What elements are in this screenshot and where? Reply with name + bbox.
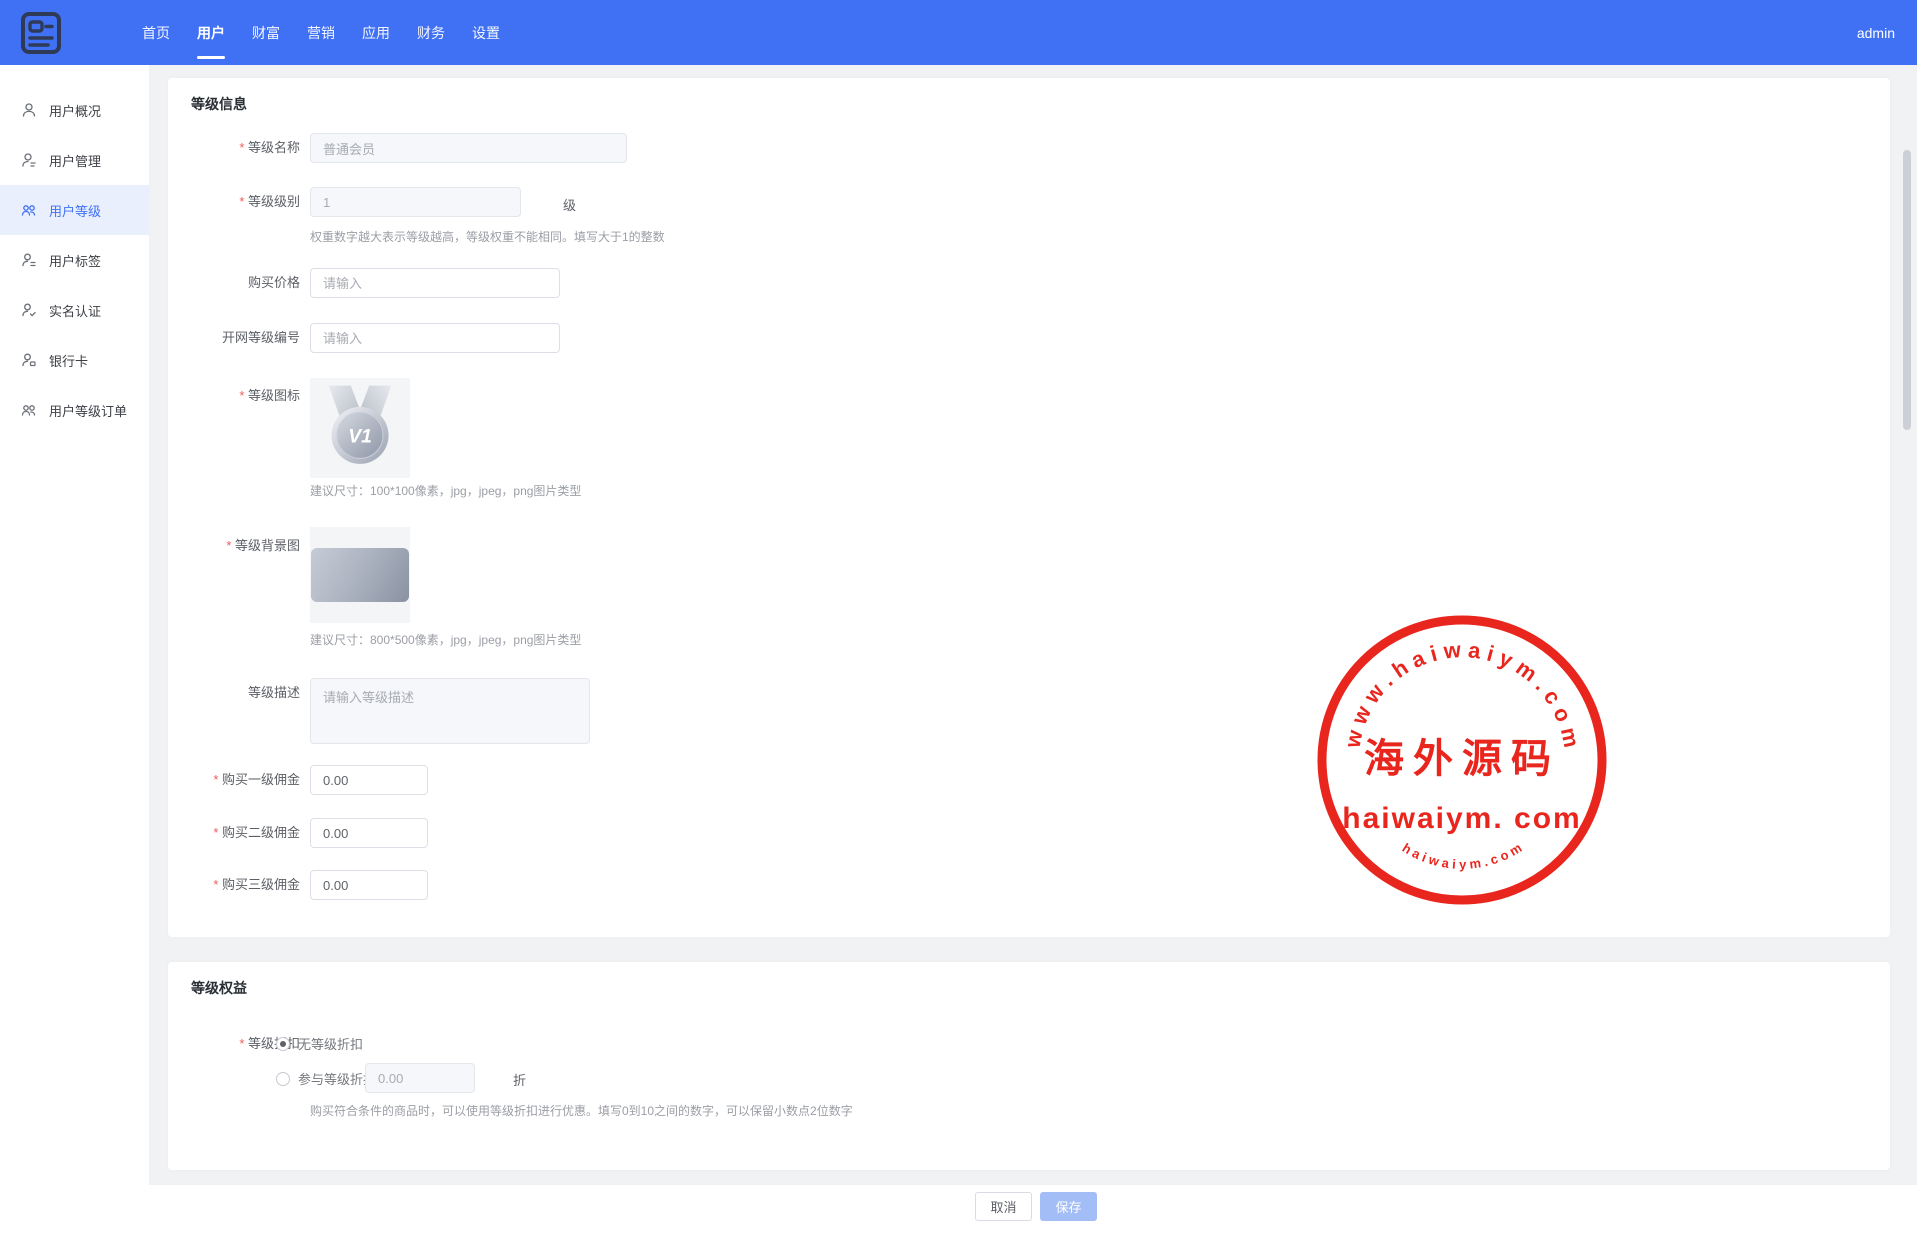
user-icon	[21, 102, 37, 118]
sidebar-item-label: 银行卡	[49, 351, 88, 370]
level-desc-label: 等级描述	[168, 685, 300, 701]
sidebar-item-label: 用户等级订单	[49, 401, 127, 420]
sidebar-item-label: 用户等级	[49, 201, 101, 220]
vertical-scrollbar-thumb[interactable]	[1903, 150, 1911, 430]
sidebar-item-user-tags[interactable]: 用户标签	[0, 235, 149, 285]
level-background-upload[interactable]	[310, 527, 410, 623]
user-manage-icon	[21, 152, 37, 168]
cancel-button[interactable]: 取消	[975, 1192, 1032, 1221]
nav-item-user[interactable]: 用户	[197, 0, 225, 65]
medal-icon: V1	[314, 382, 406, 474]
commission-l2-input[interactable]	[310, 818, 428, 848]
discount-none-label: 无等级折扣	[298, 1034, 363, 1053]
nav-item-apps[interactable]: 应用	[362, 0, 390, 65]
nav-item-wealth[interactable]: 财富	[252, 0, 280, 65]
level-info-card: 等级信息 等级名称 等级级别 级 权重数字越大表示等级越高，等级权重不能相同。填…	[168, 78, 1890, 937]
app-logo-icon[interactable]	[20, 11, 62, 55]
sidebar-item-bank-card[interactable]: 银行卡	[0, 335, 149, 385]
user-group-order-icon	[21, 402, 37, 418]
commission-l1-input[interactable]	[310, 765, 428, 795]
current-user-menu[interactable]: admin	[1857, 0, 1895, 65]
main-nav: 首页 用户 财富 营销 应用 财务 设置	[142, 0, 500, 65]
level-rank-label: 等级级别	[168, 194, 300, 210]
level-info-title: 等级信息	[191, 94, 247, 114]
discount-none-option: 无等级折扣	[276, 1034, 363, 1053]
medal-badge-text: V1	[348, 427, 372, 448]
level-name-input	[310, 133, 627, 163]
purchase-price-input[interactable]	[310, 268, 560, 298]
nav-item-finance[interactable]: 财务	[417, 0, 445, 65]
commission-l1-label: 购买一级佣金	[168, 772, 300, 788]
save-button[interactable]: 保存	[1040, 1192, 1097, 1221]
user-tag-icon	[21, 252, 37, 268]
level-name-label: 等级名称	[168, 140, 300, 156]
level-rights-card: 等级权益 等级折扣 无等级折扣 参与等级折扣 折 购买符合条件的商品时，可以使用…	[168, 962, 1890, 1170]
level-desc-textarea	[310, 678, 590, 744]
user-verify-icon	[21, 302, 37, 318]
level-rank-hint: 权重数字越大表示等级越高，等级权重不能相同。填写大于1的整数	[310, 228, 665, 245]
sidebar-item-label: 实名认证	[49, 301, 101, 320]
discount-join-option: 参与等级折扣	[276, 1069, 376, 1088]
radio-selected-icon	[276, 1037, 290, 1051]
sidebar-item-user-management[interactable]: 用户管理	[0, 135, 149, 185]
level-background-image	[311, 548, 409, 602]
sidebar-item-real-name-verify[interactable]: 实名认证	[0, 285, 149, 335]
sidebar: 用户概况 用户管理 用户等级 用户标签 实名认证 银行卡 用户等级订单	[0, 65, 150, 1185]
footer-buttons: 取消 保存	[0, 1185, 1917, 1236]
commission-l3-label: 购买三级佣金	[168, 877, 300, 893]
radio-unselected-icon	[276, 1072, 290, 1086]
level-rank-suffix: 级	[563, 195, 576, 214]
nav-item-marketing[interactable]: 营销	[307, 0, 335, 65]
sidebar-item-label: 用户管理	[49, 151, 101, 170]
level-rank-input	[310, 187, 521, 217]
discount-value-input	[365, 1063, 475, 1093]
network-level-no-input[interactable]	[310, 323, 560, 353]
user-group-icon	[21, 202, 37, 218]
purchase-price-label: 购买价格	[168, 275, 300, 291]
level-icon-hint: 建议尺寸：100*100像素，jpg，jpeg，png图片类型	[310, 482, 581, 499]
commission-l3-input[interactable]	[310, 870, 428, 900]
level-icon-upload[interactable]: V1	[310, 378, 410, 478]
discount-suffix: 折	[513, 1070, 526, 1089]
sidebar-item-label: 用户概况	[49, 101, 101, 120]
sidebar-item-user-level[interactable]: 用户等级	[0, 185, 149, 235]
sidebar-item-label: 用户标签	[49, 251, 101, 270]
nav-item-home[interactable]: 首页	[142, 0, 170, 65]
sidebar-item-user-level-orders[interactable]: 用户等级订单	[0, 385, 149, 435]
commission-l2-label: 购买二级佣金	[168, 825, 300, 841]
top-navbar: 首页 用户 财富 营销 应用 财务 设置 admin	[0, 0, 1917, 65]
level-icon-label: 等级图标	[168, 388, 300, 404]
network-level-no-label: 开网等级编号	[168, 330, 300, 346]
level-background-hint: 建议尺寸：800*500像素，jpg，jpeg，png图片类型	[310, 631, 581, 648]
sidebar-item-user-overview[interactable]: 用户概况	[0, 85, 149, 135]
level-rights-title: 等级权益	[191, 978, 247, 998]
nav-item-settings[interactable]: 设置	[472, 0, 500, 65]
bank-card-icon	[21, 352, 37, 368]
discount-hint: 购买符合条件的商品时，可以使用等级折扣进行优惠。填写0到10之间的数字，可以保留…	[310, 1102, 853, 1119]
level-background-label: 等级背景图	[168, 538, 300, 554]
